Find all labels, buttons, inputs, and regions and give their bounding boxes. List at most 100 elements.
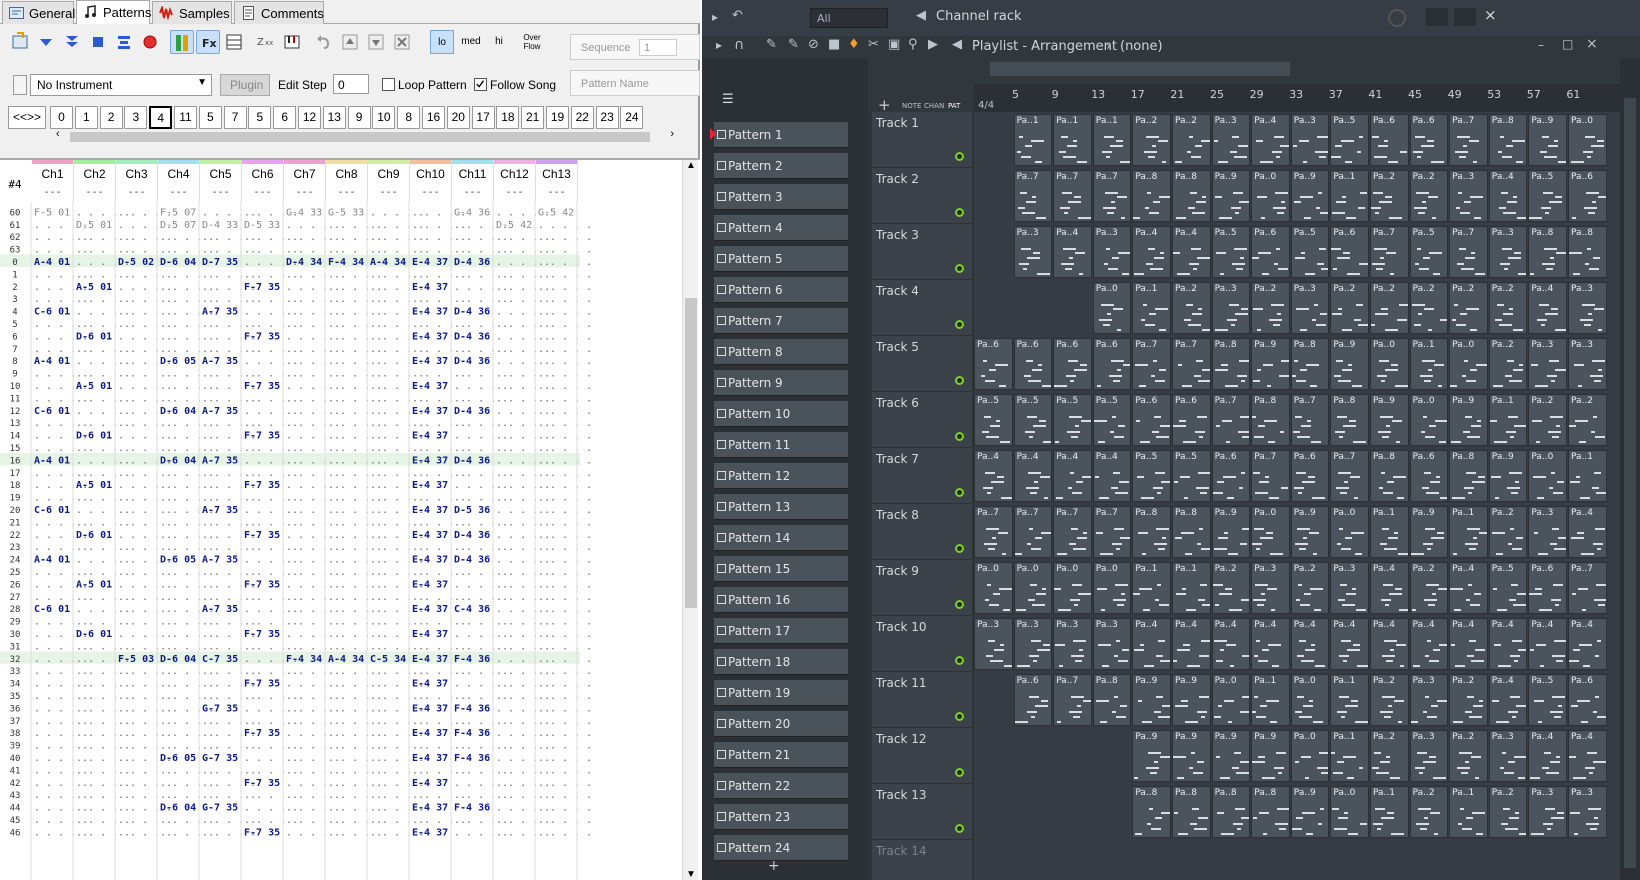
pattern-clip[interactable]: Pa..4 xyxy=(1290,618,1330,670)
tracker-cell[interactable]: . . . . . xyxy=(538,716,592,727)
tracker-cell[interactable]: . . . . . xyxy=(538,579,592,590)
tracker-cell[interactable]: A-4 34 xyxy=(370,257,406,268)
pattern-clip[interactable]: Pa..7 xyxy=(1013,170,1053,222)
tracker-cell[interactable]: G-4 33 xyxy=(286,207,322,218)
tracker-cell[interactable]: D-5 01 xyxy=(76,220,112,231)
track-header[interactable]: Track 4 xyxy=(872,280,972,336)
pattern-clip[interactable]: Pa..0 xyxy=(1211,674,1251,726)
tracker-cell[interactable]: . . . . . xyxy=(538,778,592,789)
tracker-cell[interactable]: . . . . . xyxy=(538,654,592,665)
tracker-cell[interactable]: . . . . . xyxy=(538,493,592,504)
track-mute-led[interactable] xyxy=(955,320,964,329)
add-pattern-icon[interactable]: + xyxy=(768,858,780,874)
pattern-vscroll[interactable]: ▲ ▼ xyxy=(682,160,698,880)
pattern-clip[interactable]: Pa..4 xyxy=(1330,618,1369,670)
pattern-clip[interactable]: Pa..7 xyxy=(1370,226,1409,278)
pattern-list-item[interactable]: Pattern 22 xyxy=(714,773,848,799)
undo-icon[interactable] xyxy=(312,30,336,54)
tracker-cell[interactable]: . . . . . xyxy=(538,307,592,318)
pattern-order-button[interactable]: 7 xyxy=(223,106,247,129)
loop-pattern-checkbox[interactable] xyxy=(382,78,395,91)
tracker-cell[interactable]: A-7 35 xyxy=(202,307,238,318)
track-header[interactable]: Track 14 xyxy=(872,840,972,880)
tracker-cell[interactable]: E-4 37 xyxy=(412,307,448,318)
pattern-clip[interactable]: Pa..0 xyxy=(1290,730,1330,782)
pattern-clip[interactable]: Pa..5 xyxy=(1528,674,1567,726)
pattern-name-input[interactable]: Pattern Name xyxy=(570,70,700,96)
pattern-clip[interactable]: Pa..4 xyxy=(1370,562,1409,614)
tracker-cell[interactable]: . . . . . xyxy=(538,728,592,739)
tracker-cell[interactable]: E-4 37 xyxy=(412,803,448,814)
tracker-cell[interactable]: . . . . . xyxy=(538,604,592,615)
channel-header[interactable]: Ch3 --- xyxy=(116,160,158,202)
tracker-cell[interactable]: G-5 42 xyxy=(538,207,574,218)
tracker-cell[interactable]: E-4 37 xyxy=(412,703,448,714)
tracker-cell[interactable]: C-6 01 xyxy=(34,604,70,615)
tracker-cell[interactable]: . . . . . xyxy=(538,641,592,652)
tracker-cell[interactable]: F-4 36 xyxy=(454,654,490,665)
pattern-clip[interactable]: Pa..9 xyxy=(1251,730,1290,782)
tracker-cell[interactable]: . . . . . xyxy=(538,555,592,566)
pattern-clip[interactable]: Pa..4 xyxy=(1568,618,1607,670)
pattern-clip[interactable]: Pa..3 xyxy=(1013,618,1053,670)
undo-arrow-icon[interactable]: ↶ xyxy=(732,8,743,23)
pattern-order-button[interactable]: 2 xyxy=(99,106,123,129)
tracker-cell[interactable]: G-5 33 xyxy=(328,207,364,218)
tracker-cell[interactable]: D-4 36 xyxy=(454,257,490,268)
pattern-clip[interactable]: Pa..3 xyxy=(1092,226,1132,278)
track-header[interactable]: Track 7 xyxy=(872,448,972,504)
select-icon[interactable]: ▣ xyxy=(888,37,900,52)
pattern-list-item[interactable]: Pattern 2 xyxy=(714,153,848,179)
pattern-clip[interactable]: Pa..5 xyxy=(1013,394,1053,446)
tracker-cell[interactable]: E-4 37 xyxy=(412,356,448,367)
pattern-clip[interactable]: Pa..1 xyxy=(1330,170,1369,222)
tracker-cell[interactable]: . . . . . xyxy=(538,220,592,231)
tracker-cell[interactable]: F-5 01 xyxy=(34,207,70,218)
tracker-cell[interactable]: E-4 37 xyxy=(412,257,448,268)
tracker-cell[interactable]: D-4 36 xyxy=(454,555,490,566)
pattern-clip[interactable]: Pa..9 xyxy=(1370,394,1409,446)
pattern-clip[interactable]: Pa..1 xyxy=(1132,562,1171,614)
pattern-clip[interactable]: Pa..9 xyxy=(1211,730,1251,782)
channels-view-icon[interactable] xyxy=(170,30,194,54)
pattern-clip[interactable]: Pa..4 xyxy=(1488,674,1528,726)
pattern-order-button[interactable]: 6 xyxy=(273,106,297,129)
pattern-clip[interactable]: Pa..2 xyxy=(1172,114,1211,166)
follow-song-checkbox[interactable] xyxy=(474,78,487,91)
scroll-down-icon[interactable]: ▼ xyxy=(686,869,696,880)
pattern-clip[interactable]: Pa..2 xyxy=(1488,506,1528,558)
pattern-clip[interactable]: Pa..0 xyxy=(1251,506,1290,558)
pattern-list-item[interactable]: Pattern 10 xyxy=(714,401,848,427)
pattern-clip[interactable]: Pa..9 xyxy=(1488,450,1528,502)
pattern-list-item[interactable]: Pattern 15 xyxy=(714,556,848,582)
pattern-clip[interactable]: Pa..3 xyxy=(1528,786,1567,838)
tab-general[interactable]: General xyxy=(2,1,75,24)
tracker-cell[interactable]: A-5 01 xyxy=(76,381,112,392)
pattern-order-button[interactable]: 20 xyxy=(446,106,470,129)
pattern-clip[interactable]: Pa..6 xyxy=(1211,450,1251,502)
lo-button[interactable]: lo xyxy=(430,30,454,54)
tracker-cell[interactable]: . . . . . xyxy=(538,679,592,690)
pattern-list-item[interactable]: Pattern 13 xyxy=(714,494,848,520)
channel-header[interactable]: Ch12 --- xyxy=(494,160,536,202)
tracker-cell[interactable]: D-6 04 xyxy=(160,257,196,268)
vscroll-thumb[interactable] xyxy=(685,298,697,608)
pattern-clip[interactable]: Pa..8 xyxy=(1251,786,1290,838)
pattern-clip[interactable]: Pa..6 xyxy=(1013,674,1053,726)
pattern-clip[interactable]: Pa..2 xyxy=(1528,394,1567,446)
tracker-cell[interactable]: D-5 07 xyxy=(160,220,196,231)
pattern-clip[interactable]: Pa..7 xyxy=(1290,394,1330,446)
pattern-clip[interactable]: Pa..9 xyxy=(1409,506,1449,558)
pattern-clip[interactable]: Pa..7 xyxy=(1053,170,1092,222)
tracker-cell[interactable]: A-7 35 xyxy=(202,505,238,516)
pattern-clip[interactable]: Pa..1 xyxy=(1013,114,1053,166)
pattern-clip[interactable]: Pa..2 xyxy=(1370,674,1409,726)
tracker-cell[interactable]: . . . . . xyxy=(538,393,592,404)
pattern-clip[interactable]: Pa..8 xyxy=(1449,450,1488,502)
pattern-clip[interactable]: Pa..1 xyxy=(1409,338,1449,390)
pattern-clip[interactable]: Pa..3 xyxy=(1528,506,1567,558)
pattern-clip[interactable]: Pa..2 xyxy=(1370,282,1409,334)
pattern-list-item[interactable]: Pattern 1 xyxy=(710,122,848,148)
pattern-clip[interactable]: Pa..3 xyxy=(1211,114,1251,166)
pattern-clip[interactable]: Pa..7 xyxy=(1092,170,1132,222)
